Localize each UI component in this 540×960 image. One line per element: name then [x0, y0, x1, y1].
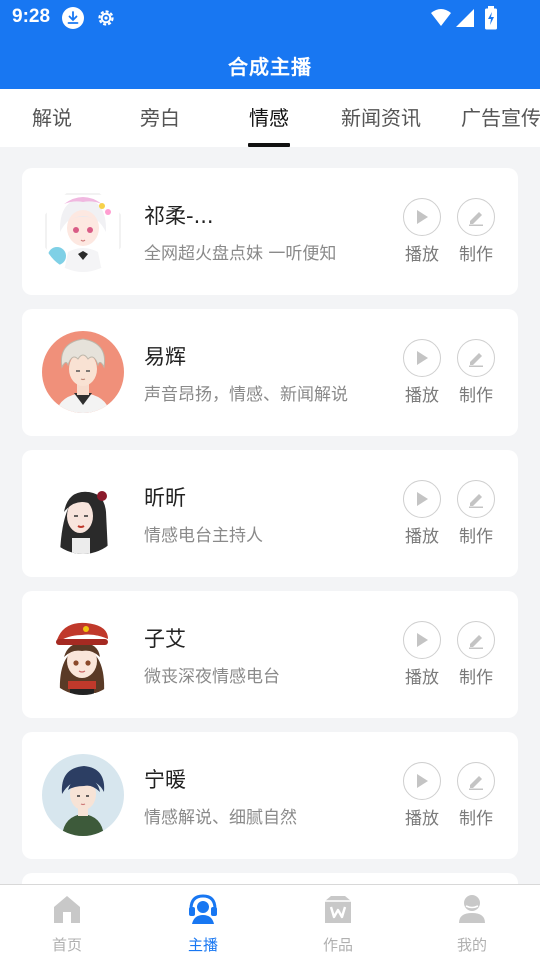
nav-profile-label: 我的	[456, 936, 487, 954]
download-icon	[62, 7, 84, 29]
edit-icon	[457, 621, 495, 659]
anchor-name: 子艾	[144, 627, 186, 651]
headset-icon	[187, 893, 219, 925]
play-icon	[403, 198, 441, 236]
edit-icon	[457, 198, 495, 236]
avatar	[42, 190, 124, 272]
play-label: 播放	[405, 527, 439, 547]
play-button[interactable]: 播放	[402, 339, 442, 406]
play-label: 播放	[405, 245, 439, 265]
avatar	[42, 472, 124, 554]
make-label: 制作	[459, 386, 493, 406]
make-label: 制作	[459, 245, 493, 265]
play-label: 播放	[405, 386, 439, 406]
anchor-card[interactable]: 子艾 微丧深夜情感电台 播放 制作	[22, 591, 518, 718]
avatar	[42, 754, 124, 836]
bottom-nav: 首页 主播 作品 我的	[0, 884, 540, 960]
battery-charging-icon	[484, 6, 498, 34]
nav-home-label: 首页	[51, 936, 82, 954]
anchor-name: 昕昕	[144, 486, 186, 510]
make-label: 制作	[459, 668, 493, 688]
play-button[interactable]: 播放	[402, 762, 442, 829]
anchor-card[interactable]: 宁暖 情感解说、细腻自然 播放 制作	[22, 732, 518, 859]
status-bar: 9:28	[0, 0, 540, 36]
anchor-card[interactable]: 昕昕 情感电台主持人 播放 制作	[22, 450, 518, 577]
play-icon	[403, 339, 441, 377]
tab-advertising[interactable]: 广告宣传	[461, 89, 540, 147]
profile-icon	[456, 893, 488, 925]
make-button[interactable]: 制作	[456, 480, 496, 547]
gear-icon	[95, 7, 117, 29]
make-label: 制作	[459, 809, 493, 829]
nav-profile[interactable]: 我的	[422, 885, 522, 960]
tab-news[interactable]: 新闻资讯	[341, 89, 421, 147]
avatar	[42, 613, 124, 695]
anchor-card[interactable]: 祁柔-... 全网超火盘点妹 一听便知 播放 制作	[22, 168, 518, 295]
anchor-card-partial[interactable]	[22, 873, 518, 884]
make-button[interactable]: 制作	[456, 621, 496, 688]
tab-emotion[interactable]: 情感	[249, 89, 289, 147]
app-header: 合成主播	[0, 36, 540, 89]
anchor-description: 全网超火盘点妹 一听便知	[144, 244, 337, 264]
play-button[interactable]: 播放	[402, 480, 442, 547]
edit-icon	[457, 480, 495, 518]
anchor-list[interactable]: 祁柔-... 全网超火盘点妹 一听便知 播放 制作 易辉 声音昂扬，情感、新闻解…	[0, 147, 540, 884]
nav-works-label: 作品	[322, 936, 353, 954]
make-button[interactable]: 制作	[456, 198, 496, 265]
play-icon	[403, 480, 441, 518]
edit-icon	[457, 762, 495, 800]
anchor-name: 易辉	[144, 345, 186, 369]
play-button[interactable]: 播放	[402, 198, 442, 265]
play-icon	[403, 762, 441, 800]
anchor-description: 微丧深夜情感电台	[144, 667, 280, 687]
play-button[interactable]: 播放	[402, 621, 442, 688]
nav-home[interactable]: 首页	[17, 885, 117, 960]
anchor-description: 情感解说、细腻自然	[144, 808, 297, 828]
works-icon	[322, 893, 354, 925]
make-button[interactable]: 制作	[456, 339, 496, 406]
avatar	[42, 331, 124, 413]
category-tab-bar: 解说 旁白 情感 新闻资讯 广告宣传	[0, 89, 540, 147]
nav-anchor[interactable]: 主播	[153, 885, 253, 960]
anchor-name: 祁柔-...	[144, 204, 214, 228]
anchor-card[interactable]: 易辉 声音昂扬，情感、新闻解说 播放 制作	[22, 309, 518, 436]
anchor-name: 宁暖	[144, 768, 186, 792]
status-time: 9:28	[12, 6, 51, 27]
tab-narration[interactable]: 旁白	[140, 89, 180, 147]
play-label: 播放	[405, 809, 439, 829]
play-icon	[403, 621, 441, 659]
home-icon	[51, 893, 83, 925]
edit-icon	[457, 339, 495, 377]
signal-icon	[455, 8, 475, 32]
anchor-description: 情感电台主持人	[144, 526, 263, 546]
play-label: 播放	[405, 668, 439, 688]
make-button[interactable]: 制作	[456, 762, 496, 829]
tab-commentary[interactable]: 解说	[32, 89, 72, 147]
nav-works[interactable]: 作品	[288, 885, 388, 960]
wifi-icon	[430, 8, 452, 32]
nav-anchor-label: 主播	[187, 936, 218, 954]
anchor-description: 声音昂扬，情感、新闻解说	[144, 385, 348, 405]
make-label: 制作	[459, 527, 493, 547]
